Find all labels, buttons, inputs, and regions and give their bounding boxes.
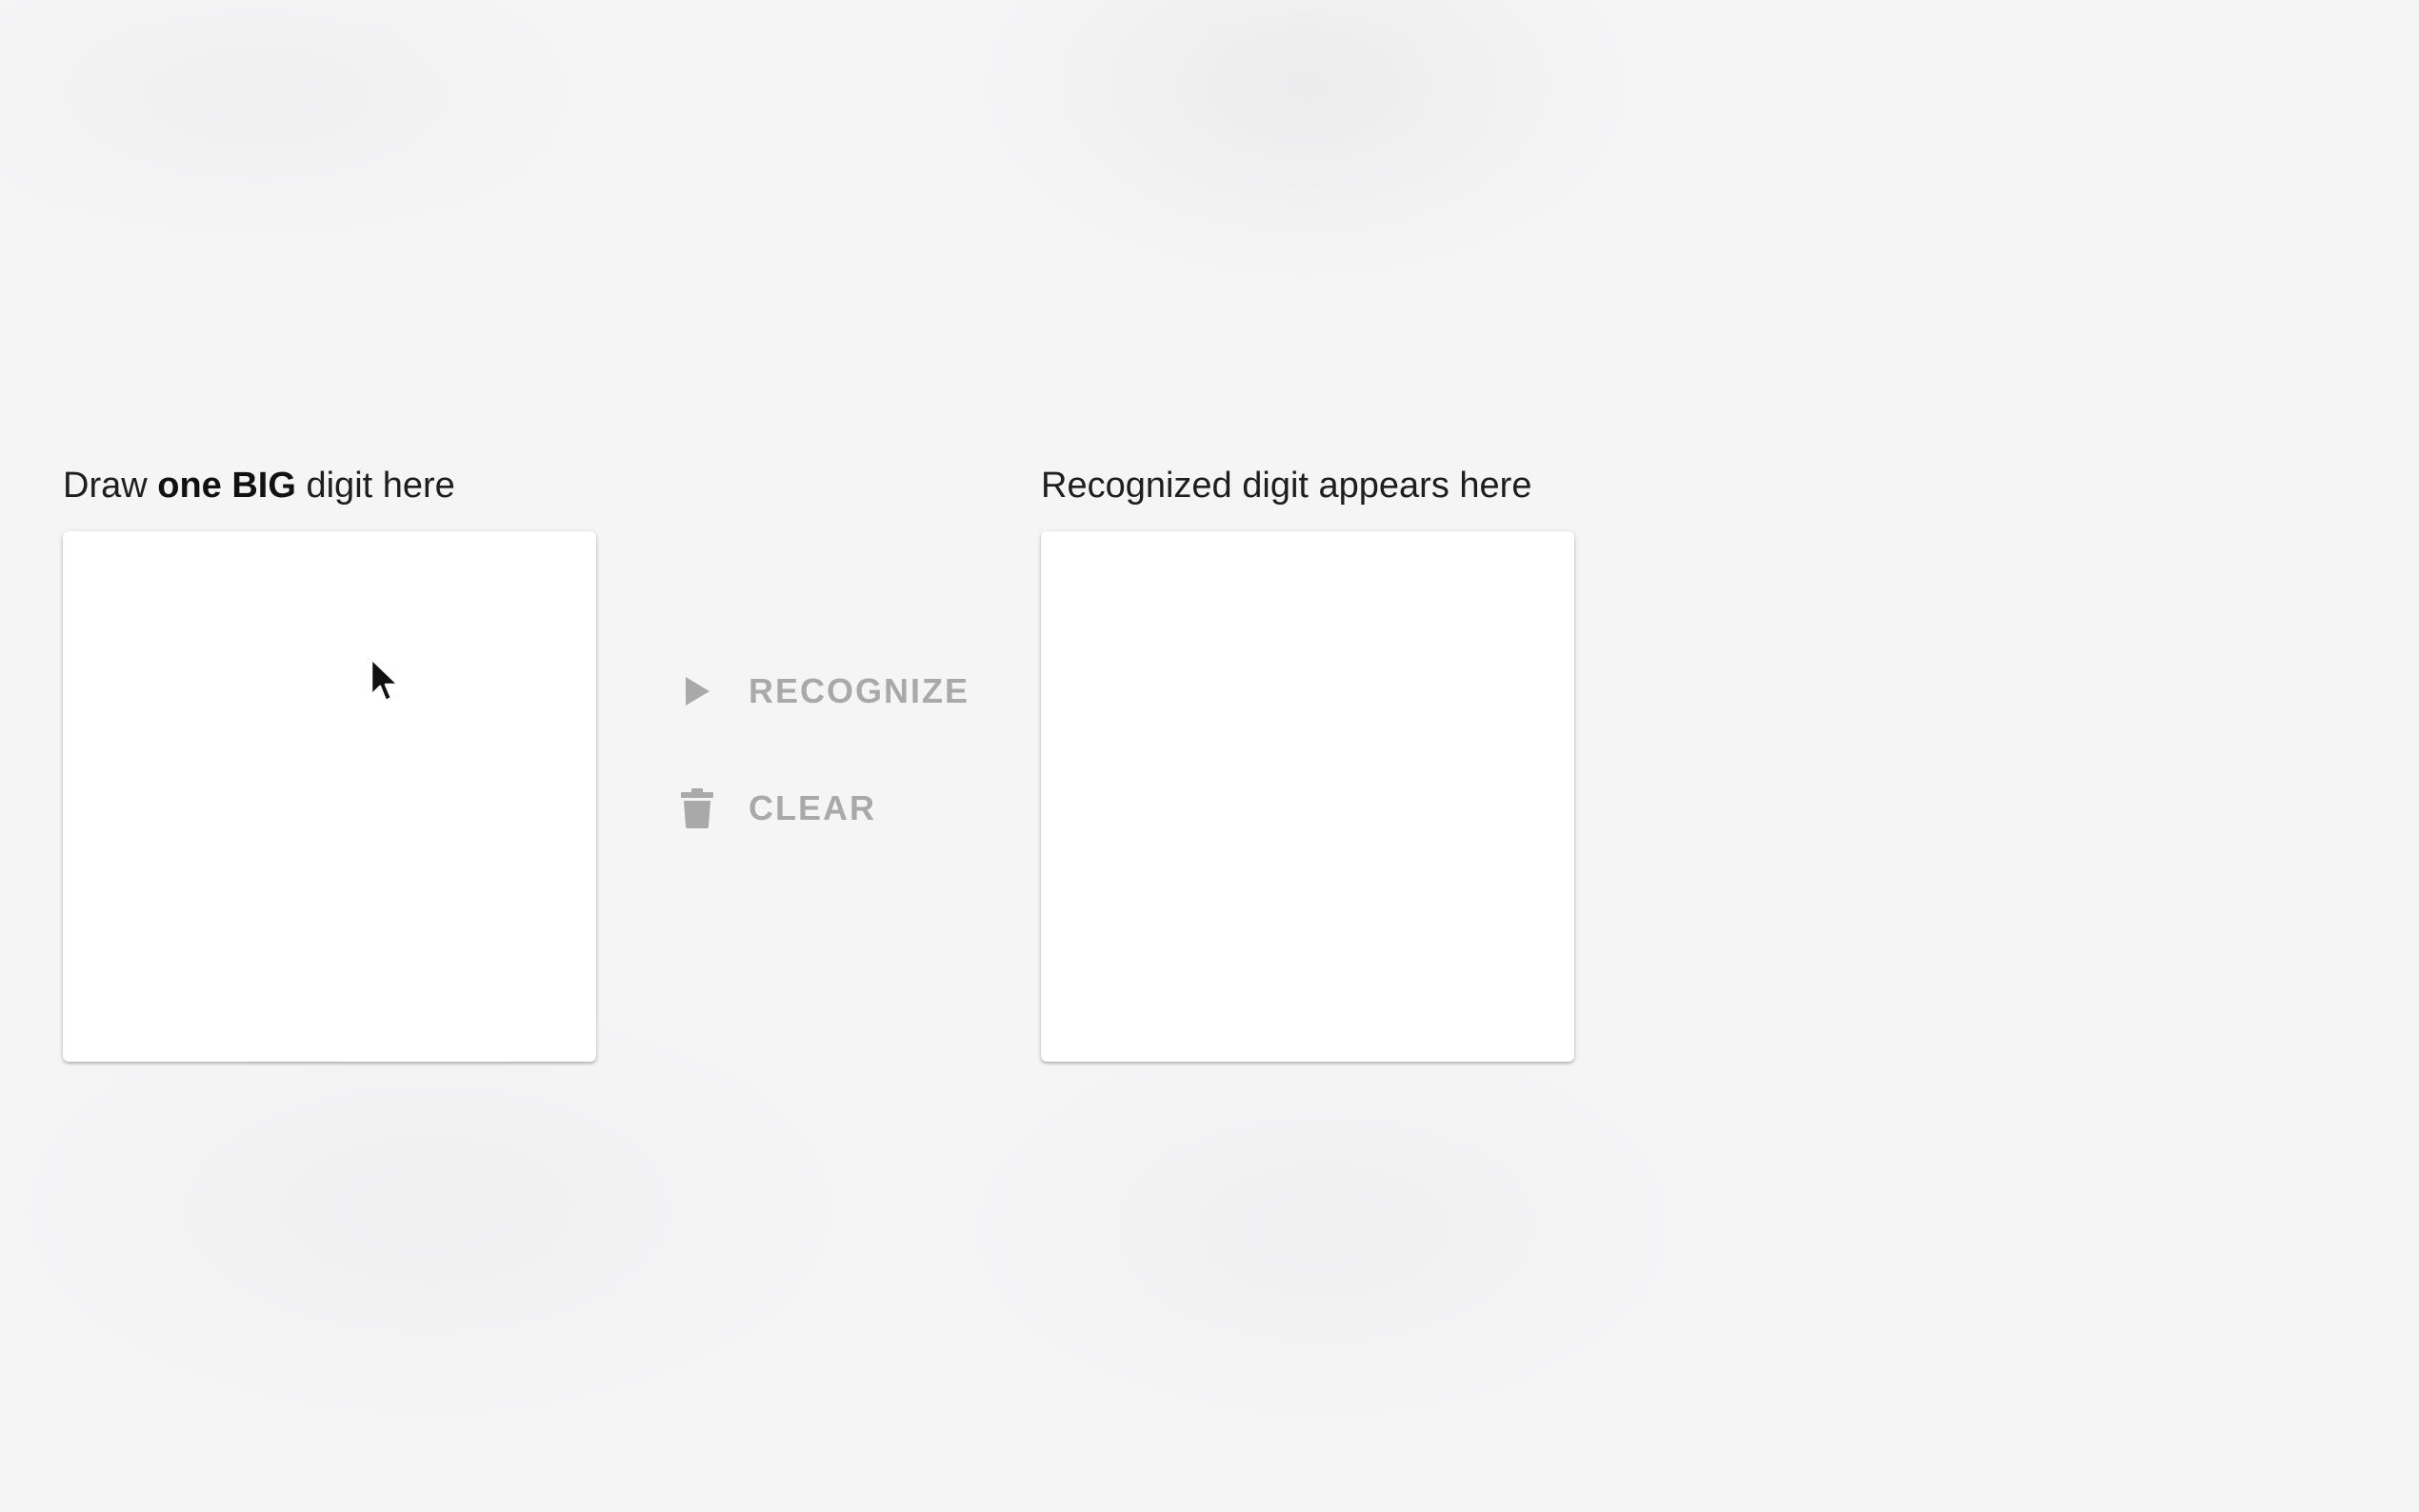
drawing-canvas[interactable] — [63, 531, 596, 1062]
result-panel-label: Recognized digit appears here — [1041, 466, 1532, 506]
play-icon — [676, 670, 718, 712]
trash-icon — [676, 787, 718, 829]
draw-label-suffix: digit here — [295, 466, 455, 506]
draw-panel-label: Draw one BIG digit here — [63, 463, 455, 508]
draw-label-emphasis: one BIG — [157, 466, 296, 506]
clear-label: CLEAR — [749, 788, 876, 827]
background-glow — [952, 1028, 1695, 1428]
draw-label-prefix: Draw — [63, 466, 158, 506]
recognized-digit-display — [1041, 531, 1574, 1062]
recognize-button[interactable]: RECOGNIZE — [667, 657, 979, 726]
recognize-label: RECOGNIZE — [749, 671, 970, 710]
clear-button[interactable]: CLEAR — [667, 774, 886, 843]
background-glow — [0, 0, 590, 248]
background-glow — [971, 0, 1638, 286]
